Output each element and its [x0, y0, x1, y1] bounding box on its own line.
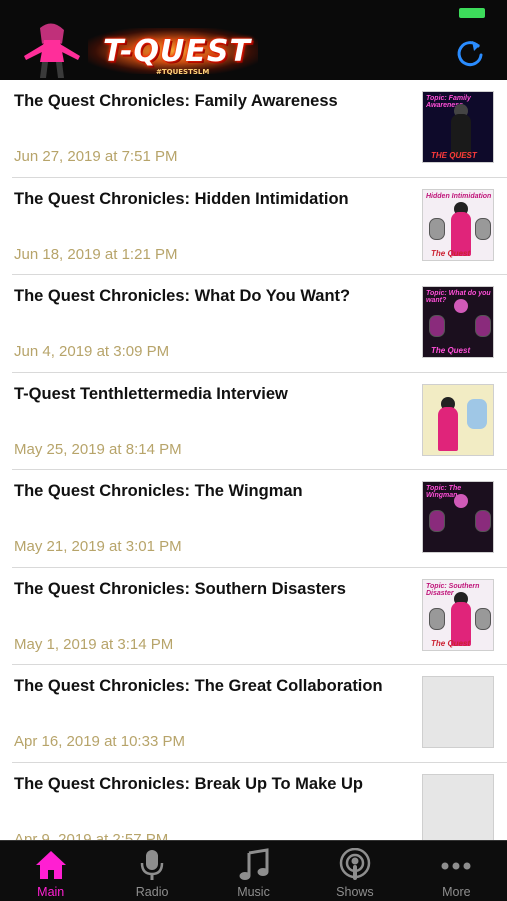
thumbnail-figure	[438, 406, 458, 451]
list-item[interactable]: T-Quest Tenthlettermedia Interview May 2…	[12, 373, 507, 470]
thumbnail-mic-right	[475, 607, 491, 630]
tab-label: Music	[237, 885, 270, 899]
episode-thumbnail: Topic: What do you want? The Quest	[422, 286, 494, 358]
episode-date: May 1, 2019 at 3:14 PM	[14, 635, 174, 653]
tab-radio[interactable]: Radio	[101, 841, 202, 901]
episode-date: May 21, 2019 at 3:01 PM	[14, 538, 182, 555]
list-item[interactable]: The Quest Chronicles: What Do You Want? …	[12, 275, 507, 373]
episode-thumbnail: Topic: Family Awareness THE QUEST	[422, 91, 494, 163]
tab-main[interactable]: Main	[0, 841, 101, 901]
episode-date: Jun 18, 2019 at 1:21 PM	[14, 245, 178, 263]
episode-title: The Quest Chronicles: Hidden Intimidatio…	[14, 189, 349, 208]
list-item[interactable]: The Quest Chronicles: The Great Collabor…	[12, 665, 507, 763]
logo-figure-icon	[24, 23, 80, 78]
episode-thumbnail-placeholder	[422, 773, 494, 840]
logo-text: T-QUEST	[103, 34, 251, 69]
list-item[interactable]: The Quest Chronicles: Family Awareness J…	[12, 80, 507, 178]
episode-list: The Quest Chronicles: Family Awareness J…	[0, 80, 507, 840]
thumbnail-mic-left	[429, 217, 445, 240]
home-icon	[35, 851, 66, 879]
tab-label: More	[442, 885, 471, 899]
episode-title: The Quest Chronicles: Family Awareness	[14, 92, 338, 110]
list-item[interactable]: The Quest Chronicles: Hidden Intimidatio…	[12, 178, 507, 275]
thumbnail-mic-right	[475, 510, 491, 532]
episode-date: Apr 9, 2019 at 2:57 PM	[14, 830, 169, 841]
thumbnail-graphic	[467, 398, 487, 429]
music-note-icon	[239, 848, 269, 880]
thumbnail-figure-head	[454, 494, 468, 508]
refresh-icon[interactable]	[455, 38, 485, 68]
list-item[interactable]: The Quest Chronicles: The Wingman May 21…	[12, 470, 507, 568]
thumbnail-mic-right	[475, 217, 491, 240]
battery-icon	[459, 8, 485, 18]
thumbnail-caption: The Quest	[431, 248, 471, 258]
episode-thumbnail-placeholder	[422, 676, 494, 748]
episode-thumbnail: Hidden Intimidation The Quest	[422, 188, 494, 261]
tab-shows[interactable]: Shows	[304, 841, 405, 901]
episode-thumbnail	[422, 383, 494, 456]
episode-thumbnail: Topic: Southern Disaster The Quest	[422, 578, 494, 651]
app-header: T-QUEST #TQUESTSLM	[0, 0, 507, 80]
episode-title: The Quest Chronicles: Break Up To Make U…	[14, 774, 364, 793]
episode-title: The Quest Chronicles: Southern Disasters	[14, 579, 346, 598]
list-item[interactable]: The Quest Chronicles: Break Up To Make U…	[12, 763, 507, 841]
thumbnail-caption: The Quest	[431, 638, 471, 648]
tab-music[interactable]: Music	[203, 841, 304, 901]
episode-date: Jun 4, 2019 at 3:09 PM	[14, 343, 170, 360]
thumbnail-caption: The Quest	[431, 346, 471, 355]
tab-label: Radio	[135, 885, 169, 899]
thumbnail-mic-right	[475, 315, 491, 337]
episode-thumbnail: Topic: The Wingman	[422, 481, 494, 553]
episode-date: Jun 27, 2019 at 7:51 PM	[14, 148, 178, 165]
app-logo: T-QUEST #TQUESTSLM	[18, 22, 258, 78]
episode-title: The Quest Chronicles: What Do You Want?	[14, 287, 351, 305]
thumbnail-mic-left	[429, 510, 445, 532]
episode-title: The Quest Chronicles: The Wingman	[14, 482, 303, 500]
tab-more[interactable]: More	[406, 841, 507, 901]
episode-date: Apr 16, 2019 at 10:33 PM	[14, 733, 185, 750]
more-dots-icon	[441, 862, 471, 870]
thumbnail-figure-head	[454, 299, 468, 313]
thumbnail-label: Hidden Intimidation	[426, 192, 492, 200]
thumbnail-mic-left	[429, 607, 445, 630]
tab-bar: Main Radio Music Shows More	[0, 840, 507, 901]
thumbnail-caption: THE QUEST	[431, 151, 477, 160]
podcast-icon	[339, 848, 371, 880]
episode-date: May 25, 2019 at 8:14 PM	[14, 440, 182, 458]
microphone-icon	[140, 850, 164, 880]
episode-title: T-Quest Tenthlettermedia Interview	[14, 384, 288, 403]
tab-label: Shows	[336, 885, 374, 899]
logo-subtext: #TQUESTSLM	[156, 68, 210, 76]
tab-label: Main	[37, 885, 65, 899]
list-item[interactable]: The Quest Chronicles: Southern Disasters…	[12, 568, 507, 665]
episode-title: The Quest Chronicles: The Great Collabor…	[14, 677, 383, 695]
thumbnail-mic-left	[429, 315, 445, 337]
